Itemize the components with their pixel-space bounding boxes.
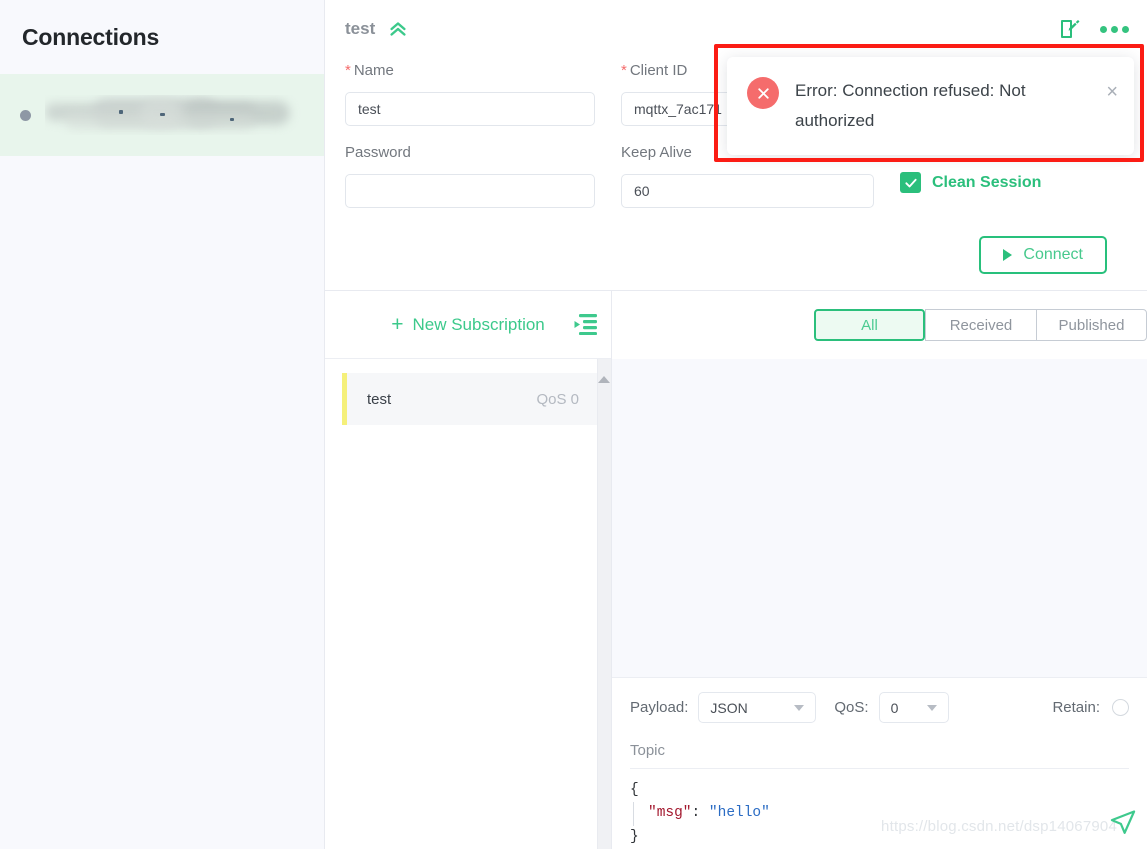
required-marker: *: [345, 62, 351, 79]
client-id-label-text: Client ID: [629, 62, 688, 79]
connection-status-dot-icon: [20, 109, 31, 121]
mqttx-app-window: Connections test * Name test * Client ID…: [0, 0, 1147, 849]
more-dots-icon[interactable]: [1100, 25, 1129, 33]
payload-format-value: JSON: [710, 699, 748, 716]
page-title: Connections: [22, 23, 160, 50]
connect-button-label: Connect: [1023, 246, 1083, 263]
qos-value: 0: [890, 699, 899, 716]
retain-label: Retain:: [1052, 699, 1100, 717]
subscriptions-header: + New Subscription: [325, 291, 611, 359]
clean-session-checkbox[interactable]: Clean Session: [900, 172, 1041, 193]
password-label: Password: [345, 144, 411, 161]
error-circle-icon: [747, 77, 779, 109]
qos-select[interactable]: 0: [878, 692, 949, 724]
connections-sidebar: Connections: [0, 0, 325, 849]
subscription-topic: test: [367, 390, 392, 408]
publish-payload-editor[interactable]: { "msg": "hello" }: [630, 769, 1129, 849]
check-icon: [900, 172, 921, 193]
publish-area: Payload: JSON QoS: 0 Retain: Topic {"ms…: [612, 676, 1147, 849]
error-toast-message: Error: Connection refused: Not authorize…: [795, 81, 1026, 130]
connect-button-row: Connect: [345, 208, 1127, 274]
subscriptions-list: test QoS 0: [325, 359, 611, 849]
connect-button[interactable]: Connect: [979, 236, 1107, 274]
connection-list-item[interactable]: [0, 74, 324, 156]
retain-toggle[interactable]: [1112, 699, 1129, 717]
message-filter-tabs: All Received Published: [814, 309, 1147, 341]
name-label: * Name: [345, 62, 595, 82]
editor-line-2: "msg": "hello": [633, 802, 1129, 826]
editor-line-1: {: [630, 781, 639, 798]
edit-pencil-icon[interactable]: [1058, 17, 1082, 41]
json-separator: :: [691, 805, 709, 822]
clean-session-label: Clean Session: [932, 173, 1042, 191]
name-input[interactable]: [345, 92, 595, 126]
connection-header: test: [325, 0, 1147, 58]
subscriptions-scrollbar[interactable]: [597, 359, 611, 849]
payload-label: Payload:: [630, 699, 689, 717]
messages-pane: All Received Published Payload: JSON QoS…: [612, 291, 1147, 849]
retain-group: Retain:: [1052, 699, 1129, 717]
connection-name-redacted: [45, 95, 304, 135]
send-paper-plane-icon[interactable]: [1109, 808, 1137, 841]
publish-topic-placeholder: Topic: [630, 741, 666, 759]
header-actions: [1058, 17, 1129, 41]
subscription-qos: QoS 0: [536, 390, 579, 408]
publish-topic-input[interactable]: Topic: [630, 742, 1129, 769]
json-key: "msg": [648, 805, 692, 822]
lower-split: + New Subscription test QoS 0 All Receiv…: [325, 290, 1147, 849]
chevron-down-icon: [794, 704, 805, 711]
subscriptions-pane: + New Subscription test QoS 0: [325, 291, 612, 849]
publish-options-row: Payload: JSON QoS: 0 Retain:: [630, 692, 1129, 724]
tab-published[interactable]: Published: [1036, 309, 1147, 341]
chevron-down-icon: [926, 704, 937, 711]
qos-label: QoS:: [834, 699, 869, 717]
tab-received[interactable]: Received: [925, 309, 1036, 341]
scroll-up-arrow-icon[interactable]: [598, 359, 610, 383]
new-subscription-button[interactable]: + New Subscription: [391, 314, 545, 335]
messages-tabs-row: All Received Published: [612, 291, 1147, 359]
keep-alive-input[interactable]: [621, 174, 874, 208]
editor-line-3: }: [630, 828, 639, 845]
sidebar-header: Connections: [0, 0, 324, 74]
chevron-double-up-icon[interactable]: [387, 18, 409, 40]
new-subscription-label: New Subscription: [412, 314, 545, 334]
close-icon[interactable]: ×: [1106, 82, 1118, 102]
collapse-list-icon[interactable]: [573, 313, 597, 340]
messages-list: [612, 359, 1147, 677]
json-string-value: "hello": [708, 805, 770, 822]
payload-format-select[interactable]: JSON: [698, 692, 817, 724]
name-field-group: * Name: [345, 62, 595, 126]
play-icon: [1003, 249, 1013, 261]
error-toast: Error: Connection refused: Not authorize…: [727, 57, 1134, 155]
plus-icon: +: [391, 313, 404, 336]
required-marker: *: [621, 62, 627, 79]
connection-title: test: [345, 19, 376, 38]
password-field-group: Password: [345, 144, 595, 208]
tab-all[interactable]: All: [814, 309, 925, 341]
password-input[interactable]: [345, 174, 595, 208]
name-label-text: Name: [353, 62, 394, 79]
subscription-item[interactable]: test QoS 0: [342, 373, 597, 425]
